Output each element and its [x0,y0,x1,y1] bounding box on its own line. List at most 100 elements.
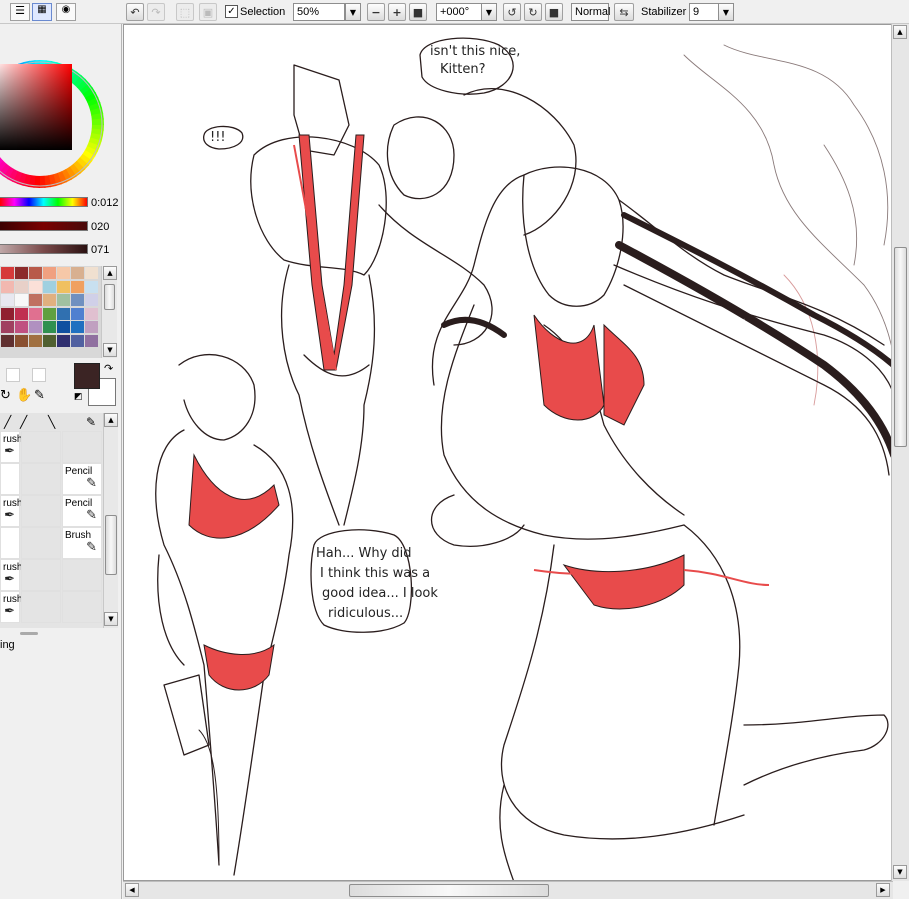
color-swatch[interactable] [71,321,84,333]
canvas-vertical-scrollbar[interactable]: ▲ ▼ [891,24,909,881]
marker-icon[interactable]: ╱ [20,415,27,429]
rotate-right-button[interactable]: ↻ [524,3,542,21]
color-swatch[interactable] [15,307,28,320]
color-swatch[interactable] [43,294,56,306]
undo-button[interactable]: ↶ [126,3,144,21]
zoom-out-button[interactable]: − [367,3,385,21]
foreground-color-swatch[interactable] [74,363,100,389]
zoom-reset-button[interactable]: ■ [409,3,427,21]
reset-colors-icon[interactable]: ◩ [74,392,83,402]
brush-slot[interactable]: rush ✒ [0,591,22,623]
zoom-field[interactable]: 50% [293,3,345,21]
color-swatch[interactable] [71,307,84,320]
scroll-right-button[interactable]: ▶ [876,883,890,897]
rotation-dropdown-button[interactable]: ▼ [481,3,497,21]
scratchpad-button[interactable]: ◉ [56,3,76,21]
scroll-thumb[interactable] [104,284,115,310]
brush-slot-empty[interactable] [21,495,61,527]
zoom-in-button[interactable]: + [388,3,406,21]
panel-icon-clipped[interactable] [0,3,8,21]
splitter-handle[interactable] [20,632,38,635]
scroll-thumb[interactable] [349,884,549,897]
color-swatch[interactable] [43,280,56,293]
color-swatch[interactable] [15,334,28,347]
scroll-down-button[interactable]: ▼ [893,865,907,879]
brush-slot[interactable]: Brush ✎ [62,527,102,559]
rotation-field[interactable]: +000° [436,3,482,21]
brush-slot[interactable]: rush ✒ [0,559,22,591]
scroll-down-button[interactable]: ▼ [104,612,118,626]
list-view-button[interactable]: ☰ [10,3,30,21]
selection-checkbox[interactable]: ✓ [225,5,238,18]
color-swatch[interactable] [15,294,28,306]
zoom-dropdown-button[interactable]: ▼ [345,3,361,21]
scroll-up-button[interactable]: ▲ [104,413,118,427]
brush-scrollbar[interactable]: ▲ ▼ [103,413,118,628]
brush-slot-empty[interactable] [21,559,61,591]
canvas-horizontal-scrollbar[interactable]: ◀ ▶ [123,881,893,899]
color-swatch[interactable] [57,280,70,293]
color-swatch[interactable] [85,321,98,333]
scroll-left-button[interactable]: ◀ [125,883,139,897]
hue-slider[interactable] [0,197,88,207]
color-swatch[interactable] [29,267,42,279]
brush-slot[interactable]: rush ✒ [0,431,22,463]
swatch-grid-button[interactable]: ▦ [32,3,52,21]
color-swatch[interactable] [29,334,42,347]
pencil-icon[interactable]: ✎ [86,415,96,429]
color-swatch[interactable] [1,321,14,333]
water-icon[interactable]: ╲ [48,415,55,429]
drawing-canvas[interactable]: ✦ ✦ ✦ ✦ isn't this nice, Kitten? !!! Hah… [123,24,909,881]
color-swatch[interactable] [85,307,98,320]
color-swatch[interactable] [57,321,70,333]
brush-slot[interactable] [0,463,20,495]
tool-slot[interactable] [6,368,20,382]
scroll-thumb[interactable] [894,247,907,447]
color-swatch[interactable] [85,267,98,279]
color-swatch[interactable] [43,307,56,320]
brush-slot-empty[interactable] [21,591,61,623]
color-swatch[interactable] [15,267,28,279]
marker-icon[interactable]: ╱ [4,415,11,429]
redo-button[interactable]: ↷ [147,3,165,21]
swap-colors-icon[interactable]: ↷ [104,362,113,375]
color-swatch[interactable] [71,267,84,279]
color-swatch[interactable] [1,294,14,306]
color-swatch[interactable] [29,280,42,293]
color-swatch[interactable] [71,334,84,347]
color-swatch[interactable] [85,280,98,293]
eyedropper-icon[interactable]: ✎ [34,388,45,403]
tool-slot[interactable] [32,368,46,382]
scroll-up-button[interactable]: ▲ [103,266,117,280]
swatch-scrollbar[interactable]: ▲ ▼ [101,266,117,358]
color-swatch[interactable] [1,307,14,320]
brush-slot-empty[interactable] [21,463,61,495]
flip-horizontal-button[interactable]: ⇆ [614,3,634,21]
scroll-up-button[interactable]: ▲ [893,25,907,39]
brush-slot[interactable]: rush ✒ [0,495,22,527]
rotate-view-icon[interactable]: ↻ [0,388,11,403]
stabilizer-dropdown-button[interactable]: ▼ [718,3,734,21]
color-swatch[interactable] [43,321,56,333]
color-swatch[interactable] [57,267,70,279]
color-swatch[interactable] [85,334,98,347]
color-swatch[interactable] [1,280,14,293]
color-swatch[interactable] [43,334,56,347]
color-swatch[interactable] [57,294,70,306]
scroll-down-button[interactable]: ▼ [103,343,117,357]
saturation-slider[interactable] [0,221,88,231]
color-swatch[interactable] [15,280,28,293]
brush-slot-empty[interactable] [21,431,61,463]
color-swatch[interactable] [15,321,28,333]
deselect-button[interactable]: ⬚ [176,3,194,21]
value-slider[interactable] [0,244,88,254]
blend-mode-button[interactable]: Normal [571,3,610,21]
color-swatch[interactable] [71,294,84,306]
color-swatch[interactable] [1,334,14,347]
color-swatch[interactable] [29,321,42,333]
brush-slot[interactable] [0,527,20,559]
rotate-reset-button[interactable]: ■ [545,3,563,21]
brush-slot[interactable]: Pencil ✎ [62,463,102,495]
hand-icon[interactable]: ✋ [16,388,32,403]
brush-slot[interactable] [62,559,102,591]
